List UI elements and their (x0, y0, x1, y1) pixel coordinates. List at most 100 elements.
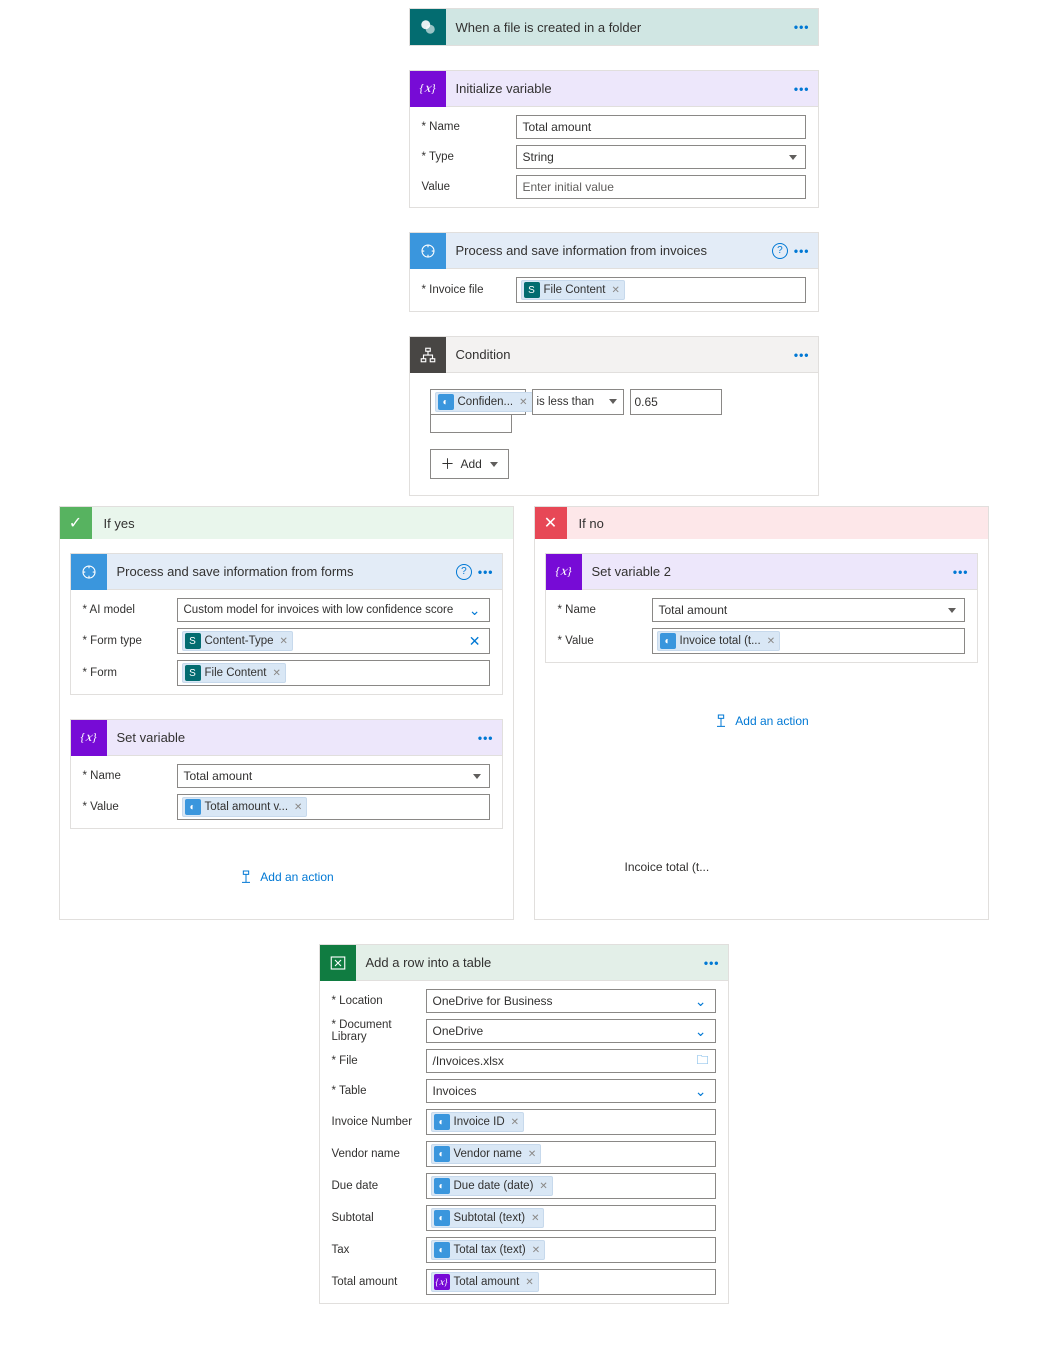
file-content-token[interactable]: S File Content ✕ (521, 280, 625, 300)
remove-token-button[interactable]: ✕ (517, 397, 527, 408)
token-input[interactable]: ◐Total tax (text)✕ (426, 1237, 716, 1263)
init-var-title: Initialize variable (446, 81, 794, 96)
dynamic-token[interactable]: ◐Invoice ID✕ (431, 1112, 525, 1132)
invoice-total-token[interactable]: ◐ Invoice total (t... ✕ (657, 631, 781, 651)
file-input[interactable]: /Invoices.xlsx🗀 (426, 1049, 716, 1073)
remove-token-button[interactable]: ✕ (509, 1117, 519, 1128)
remove-token-button[interactable]: ✕ (530, 1245, 540, 1256)
value-input[interactable]: ◐ Invoice total (t... ✕ (652, 628, 965, 654)
set-variable-header[interactable]: {𝑥} Set variable ••• (71, 720, 502, 756)
ai-builder-icon: ◐ (434, 1178, 450, 1194)
trigger-header[interactable]: When a file is created in a folder ••• (410, 9, 818, 45)
token-input[interactable]: ◐Invoice ID✕ (426, 1109, 716, 1135)
type-select[interactable]: String (516, 145, 806, 169)
remove-token-button[interactable]: ✕ (537, 1181, 547, 1192)
condition-menu-button[interactable]: ••• (794, 348, 810, 362)
sharepoint-icon: S (524, 282, 540, 298)
value-input[interactable]: Enter initial value (516, 175, 806, 199)
process-invoices-card: Process and save information from invoic… (409, 232, 819, 312)
flow-arrow (613, 312, 614, 336)
token-input[interactable]: ◐Vendor name✕ (426, 1141, 716, 1167)
plus-icon: ＋ (441, 454, 455, 474)
remove-token-button[interactable]: ✕ (271, 668, 281, 679)
folder-icon[interactable]: 🗀 (696, 1051, 708, 1072)
if-yes-branch: ✓ If yes Process and save information fr… (59, 506, 514, 920)
ai-model-select[interactable]: Custom model for invoices with low confi… (177, 598, 490, 622)
process-invoices-header[interactable]: Process and save information from invoic… (410, 233, 818, 269)
form-input[interactable]: S File Content ✕ (177, 660, 490, 686)
field-label: Invoice Number (332, 1116, 426, 1128)
invoice-file-input[interactable]: S File Content ✕ (516, 277, 806, 303)
chevron-down-icon (490, 462, 498, 467)
sharepoint-icon: S (185, 665, 201, 681)
stray-label: Incoice total (t... (625, 860, 710, 874)
dynamic-token[interactable]: ◐Vendor name✕ (431, 1144, 542, 1164)
field-label: Name (558, 604, 652, 616)
process-forms-card: Process and save information from forms … (70, 553, 503, 695)
variable-icon: {𝑥} (410, 71, 446, 107)
remove-token-button[interactable]: ✕ (278, 636, 288, 647)
condition-header[interactable]: Condition ••• (410, 337, 818, 373)
value-input[interactable]: ◐ Total amount v... ✕ (177, 794, 490, 820)
token-input[interactable]: ◐Due date (date)✕ (426, 1173, 716, 1199)
total-amount-token[interactable]: ◐ Total amount v... ✕ (182, 797, 308, 817)
add-action-button[interactable]: Add an action (713, 713, 808, 729)
file-content-token[interactable]: S File Content ✕ (182, 663, 286, 683)
token-input[interactable]: ◐Subtotal (text)✕ (426, 1205, 716, 1231)
excel-menu-button[interactable]: ••• (704, 956, 720, 970)
process-forms-menu-button[interactable]: ••• (478, 565, 494, 579)
ai-builder-icon: ◐ (434, 1242, 450, 1258)
set-variable-menu-button[interactable]: ••• (478, 731, 494, 745)
trigger-menu-button[interactable]: ••• (794, 20, 810, 34)
field-label: Value (422, 181, 516, 193)
condition-card: Condition ••• ◐ Confiden... ✕ is less th… (409, 336, 819, 496)
field-label: Value (83, 801, 177, 813)
dynamic-token[interactable]: ◐Subtotal (text)✕ (431, 1208, 545, 1228)
condition-value-input[interactable]: 0.65 (630, 389, 722, 415)
token-input[interactable]: {𝑥}Total amount✕ (426, 1269, 716, 1295)
remove-token-button[interactable]: ✕ (765, 636, 775, 647)
name-select[interactable]: Total amount (177, 764, 490, 788)
help-button[interactable]: ? (456, 564, 472, 580)
confidence-token[interactable]: ◐ Confiden... ✕ (435, 392, 533, 412)
add-action-button[interactable]: Add an action (238, 869, 333, 885)
add-condition-button[interactable]: ＋ Add (430, 449, 509, 479)
field-label: Tax (332, 1244, 426, 1256)
init-var-menu-button[interactable]: ••• (794, 82, 810, 96)
process-invoices-menu-button[interactable]: ••• (794, 244, 810, 258)
remove-token-button[interactable]: ✕ (610, 285, 620, 296)
set-variable-2-header[interactable]: {𝑥} Set variable 2 ••• (546, 554, 977, 590)
remove-token-button[interactable]: ✕ (526, 1149, 536, 1160)
name-select[interactable]: Total amount (652, 598, 965, 622)
dynamic-token[interactable]: ◐Due date (date)✕ (431, 1176, 553, 1196)
remove-token-button[interactable]: ✕ (529, 1213, 539, 1224)
field-label: Total amount (332, 1276, 426, 1288)
trigger-title: When a file is created in a folder (446, 20, 794, 35)
condition-icon (410, 337, 446, 373)
init-var-header[interactable]: {𝑥} Initialize variable ••• (410, 71, 818, 107)
form-type-input[interactable]: S Content-Type ✕ ✕ (177, 628, 490, 654)
content-type-token[interactable]: S Content-Type ✕ (182, 631, 293, 651)
condition-operator-select[interactable]: is less than (532, 389, 624, 415)
select-input[interactable]: OneDrive⌄ (426, 1019, 716, 1043)
name-input[interactable]: Total amount (516, 115, 806, 139)
select-input[interactable]: OneDrive for Business⌄ (426, 989, 716, 1013)
help-button[interactable]: ? (772, 243, 788, 259)
dynamic-token[interactable]: ◐Total tax (text)✕ (431, 1240, 546, 1260)
field-label: Due date (332, 1180, 426, 1192)
init-var-card: {𝑥} Initialize variable ••• Name Total a… (409, 70, 819, 208)
remove-token-button[interactable]: ✕ (523, 1277, 533, 1288)
variable-icon: {𝑥} (434, 1274, 450, 1290)
excel-title: Add a row into a table (356, 955, 704, 970)
field-label: Value (558, 635, 652, 647)
dynamic-token[interactable]: {𝑥}Total amount✕ (431, 1272, 539, 1292)
remove-token-button[interactable]: ✕ (292, 802, 302, 813)
trigger-card: When a file is created in a folder ••• (409, 8, 819, 46)
set-variable-2-menu-button[interactable]: ••• (953, 565, 969, 579)
select-input[interactable]: Invoices⌄ (426, 1079, 716, 1103)
condition-left-input[interactable]: ◐ Confiden... ✕ (430, 389, 526, 415)
clear-button[interactable]: ✕ (469, 633, 481, 650)
process-forms-header[interactable]: Process and save information from forms … (71, 554, 502, 590)
set-variable-title: Set variable (107, 730, 478, 745)
excel-header[interactable]: Add a row into a table ••• (320, 945, 728, 981)
